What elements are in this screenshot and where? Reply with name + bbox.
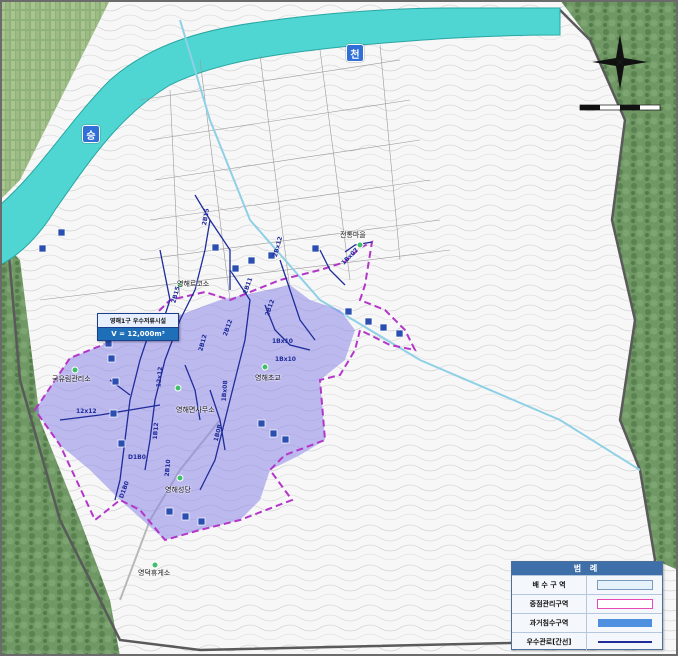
legend-label: 우수관로[간선] <box>512 633 587 651</box>
river-sign-seung: 승 <box>82 125 100 143</box>
drainage-map[interactable]: 천 승 영해1구 우수저류시설 V = 12,000m³ 국유림관리소 영해르코… <box>0 0 678 656</box>
place-label: 전통마을 <box>340 231 366 239</box>
flood-area-swatch <box>597 619 652 627</box>
priority-area-swatch <box>596 599 653 609</box>
place-label: 국유림관리소 <box>52 375 91 383</box>
storage-facility-name: 영해1구 우수저류시설 <box>98 314 178 328</box>
legend-row-flood-area: 과거침수구역 <box>512 613 662 632</box>
legend-row-trunk-line: 우수관로[간선] <box>512 632 662 651</box>
legend-label: 중점관리구역 <box>512 595 587 613</box>
place-label: 영해성당 <box>165 486 191 494</box>
river-sign-cheon: 천 <box>346 44 364 62</box>
storage-facility-volume: V = 12,000m³ <box>98 328 178 340</box>
place-label: 영해초교 <box>255 374 281 382</box>
place-label: 영해르코소 <box>177 280 210 288</box>
trunk-line-swatch <box>597 641 652 643</box>
drainage-area-swatch <box>596 580 653 590</box>
legend-row-priority-area: 중점관리구역 <box>512 594 662 613</box>
place-label: 영해면사무소 <box>176 406 215 414</box>
place-label: 영덕휴게소 <box>138 569 171 577</box>
legend-row-drainage-area: 배 수 구 역 <box>512 575 662 594</box>
storage-facility-callout[interactable]: 영해1구 우수저류시설 V = 12,000m³ <box>97 313 179 341</box>
legend-title: 범 례 <box>512 562 662 575</box>
legend-label: 과거침수구역 <box>512 614 587 632</box>
pipe-label: D1B0 <box>128 454 146 461</box>
pipe-label: 12x12 <box>76 408 97 415</box>
pipe-label: 1Bx10 <box>272 338 293 345</box>
legend-label: 배 수 구 역 <box>512 576 587 594</box>
legend: 범 례 배 수 구 역 중점관리구역 과거침수구역 우수관로[간선] <box>511 561 663 651</box>
scale-bar-icon <box>579 104 661 111</box>
pipe-label: 1Bx10 <box>275 356 296 363</box>
